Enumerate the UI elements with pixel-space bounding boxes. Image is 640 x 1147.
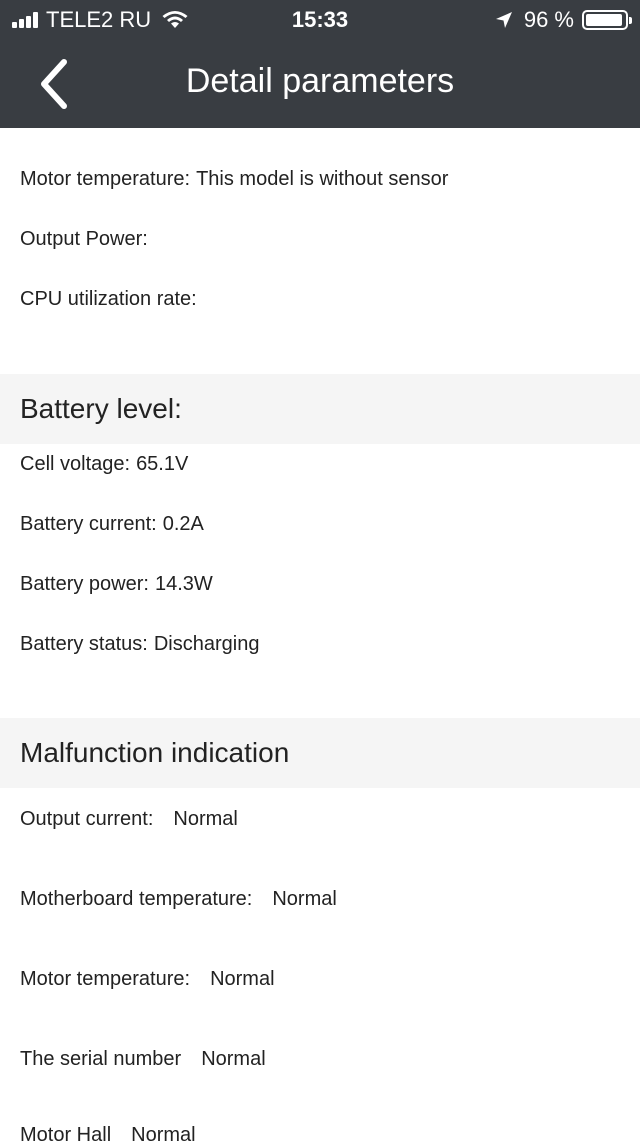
param-label: Motor Hall <box>20 1124 112 1146</box>
param-label: Motor temperature: <box>20 168 191 190</box>
param-value: Normal <box>173 808 238 830</box>
param-cpu-utilization: CPU utilization rate: <box>20 288 203 311</box>
section-title: Battery level: <box>20 393 182 424</box>
status-right: 96 % <box>494 7 632 33</box>
param-value: 65.1V <box>136 453 189 475</box>
param-value: Normal <box>210 968 275 990</box>
param-value: Normal <box>201 1048 266 1070</box>
param-value: Normal <box>272 888 337 910</box>
battery-icon <box>582 10 632 30</box>
param-label: CPU utilization rate: <box>20 288 197 310</box>
param-value: Discharging <box>153 633 260 655</box>
param-label: Motherboard temperature: <box>20 888 253 910</box>
battery-status: Battery status: Discharging <box>20 633 259 656</box>
section-title: Malfunction indication <box>20 737 290 768</box>
param-value: Normal <box>131 1124 196 1146</box>
param-label: Motor temperature: <box>20 968 191 990</box>
param-motor-temperature: Motor temperature: This model is without … <box>20 168 448 191</box>
battery-percent: 96 % <box>523 7 574 32</box>
param-value: This model is without sensor <box>196 168 449 190</box>
param-label: Battery current: <box>20 513 157 535</box>
param-label: Cell voltage: <box>20 453 131 475</box>
param-value: 14.3W <box>154 573 213 595</box>
nav-bar: Detail parameters <box>0 40 640 128</box>
param-label: Battery status: <box>20 633 148 655</box>
param-label: Output current: <box>20 808 154 830</box>
fault-motor-temperature: Motor temperature: Normal <box>20 968 275 991</box>
status-bar: TELE2 RU 15:33 96 % <box>0 0 640 40</box>
param-label: The serial number <box>20 1048 182 1070</box>
fault-output-current: Output current: Normal <box>20 808 238 831</box>
battery-power: Battery power: 14.3W <box>20 573 213 596</box>
section-header-battery: Battery level: <box>0 374 640 444</box>
section-header-malfunction: Malfunction indication <box>0 718 640 788</box>
fault-motherboard-temperature: Motherboard temperature: Normal <box>20 888 337 911</box>
param-value: 0.2A <box>162 513 204 535</box>
location-arrow-icon <box>495 12 512 28</box>
fault-serial-number: The serial number Normal <box>20 1048 266 1071</box>
battery-cell-voltage: Cell voltage: 65.1V <box>20 453 188 476</box>
battery-current: Battery current: 0.2A <box>20 513 204 536</box>
page-title: Detail parameters <box>185 62 455 100</box>
param-label: Battery power: <box>20 573 149 595</box>
param-output-power: Output Power: <box>20 228 154 251</box>
param-label: Output Power: <box>20 228 148 250</box>
